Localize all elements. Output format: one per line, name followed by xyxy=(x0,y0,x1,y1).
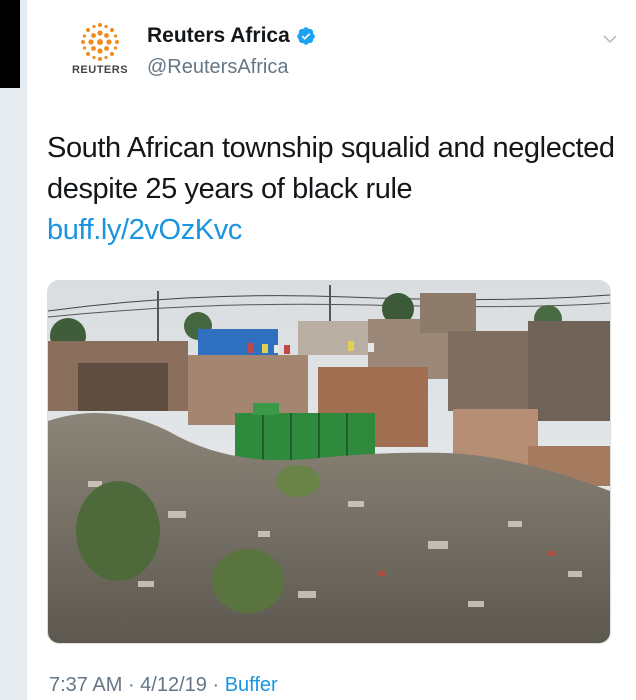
tweet-link[interactable]: buff.ly/2vOzKvc xyxy=(47,210,617,251)
reuters-logo-text: REUTERS xyxy=(71,64,129,76)
tweet-header: REUTERS Reuters Africa @ReutersAfrica xyxy=(27,0,636,100)
tweet-body: South African township squalid and negle… xyxy=(47,128,617,251)
tweet-text: South African township squalid and negle… xyxy=(47,132,615,205)
display-name-row[interactable]: Reuters Africa xyxy=(147,24,316,48)
tweet-source[interactable]: Buffer xyxy=(225,674,278,696)
tweet-footer: 7:37 AM · 4/12/19 · Buffer xyxy=(49,674,278,697)
tweet-date[interactable]: 4/12/19 xyxy=(140,674,207,696)
chevron-down-icon[interactable] xyxy=(601,30,619,48)
footer-separator: · xyxy=(122,674,141,696)
black-edge-bar xyxy=(0,0,20,88)
tweet-time[interactable]: 7:37 AM xyxy=(49,674,122,696)
reuters-dots-icon xyxy=(81,23,119,61)
township-photo-icon xyxy=(48,281,610,643)
reuters-logo[interactable]: REUTERS xyxy=(59,20,141,84)
tweet-card: REUTERS Reuters Africa @ReutersAfrica So… xyxy=(26,0,636,700)
verified-badge-icon xyxy=(297,27,315,45)
footer-separator-2: · xyxy=(206,674,225,696)
tweet-photo[interactable] xyxy=(47,280,611,644)
display-name[interactable]: Reuters Africa xyxy=(147,24,290,48)
account-handle[interactable]: @ReutersAfrica xyxy=(147,56,288,79)
